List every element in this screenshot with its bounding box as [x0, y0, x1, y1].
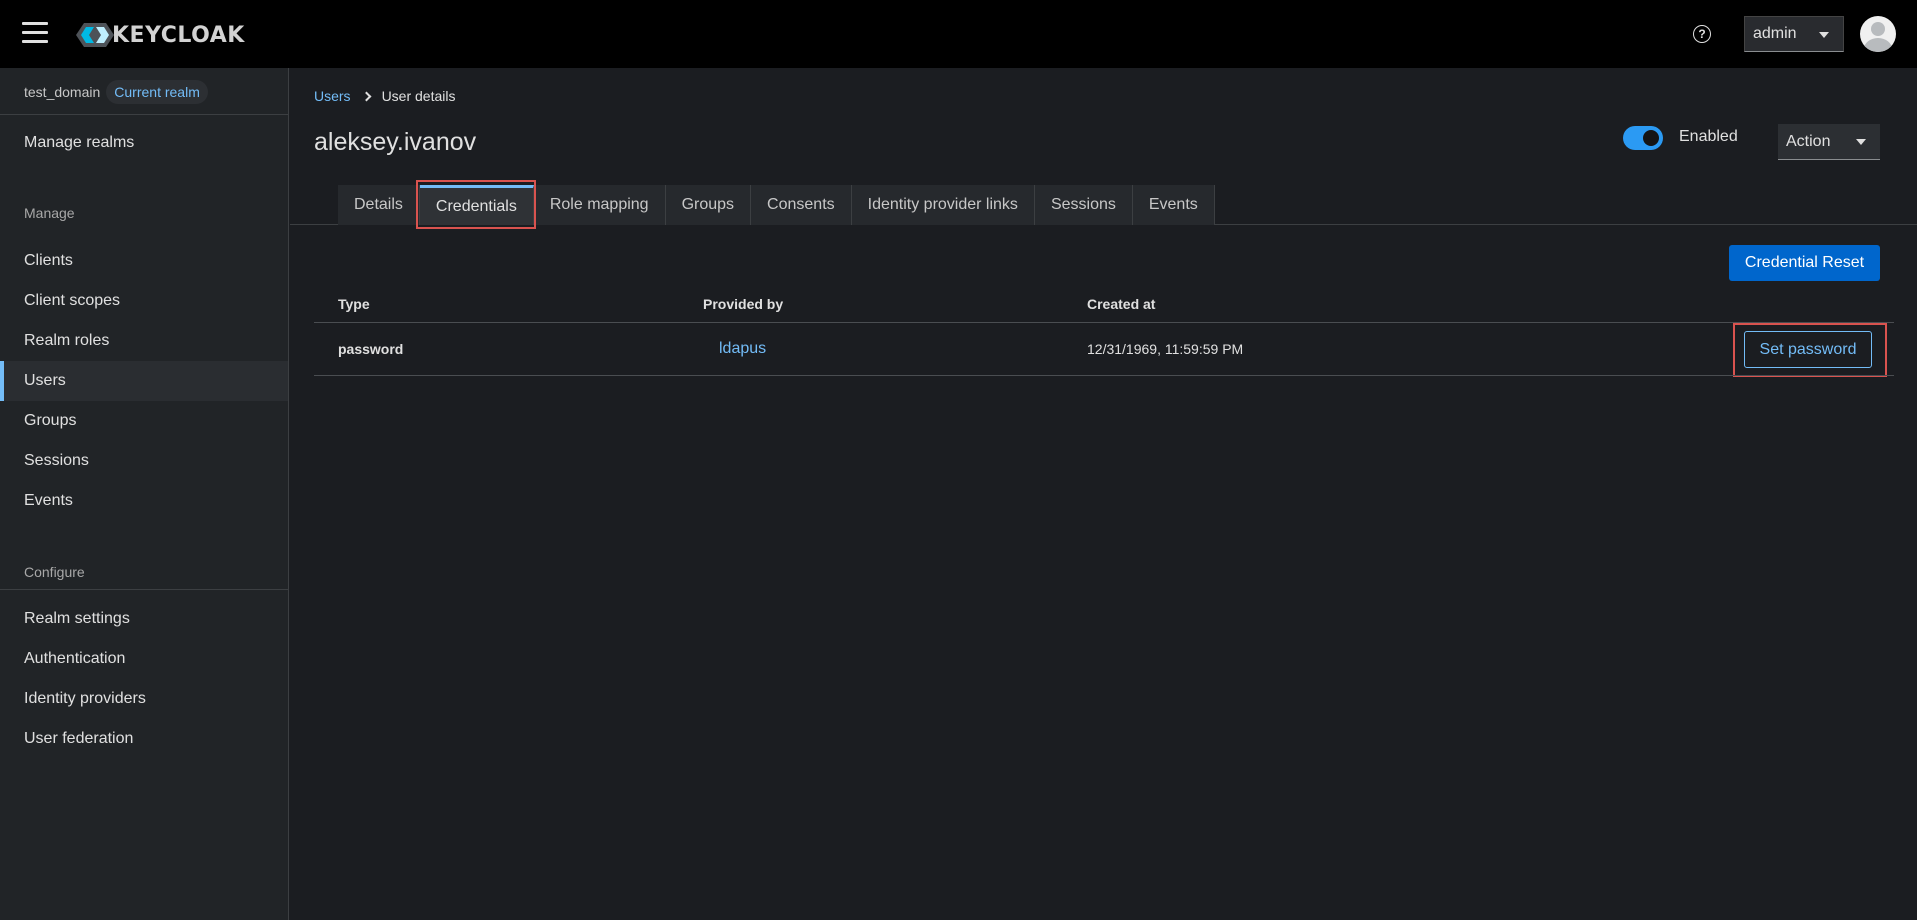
manage-realms-link[interactable]: Manage realms — [0, 123, 288, 163]
action-dropdown[interactable]: Action — [1778, 124, 1880, 160]
sidebar: test_domain Current realm Manage realms … — [0, 68, 289, 920]
keycloak-logo-icon — [76, 23, 114, 47]
sidebar-item-users[interactable]: Users — [0, 361, 288, 401]
configure-section-title: Configure — [24, 564, 85, 580]
highlight-box-credentials-tab — [416, 180, 536, 229]
tab-role-mapping[interactable]: Role mapping — [533, 185, 666, 225]
enabled-label: Enabled — [1679, 128, 1738, 145]
caret-down-icon — [1819, 32, 1829, 38]
tab-identity-provider-links[interactable]: Identity provider links — [851, 185, 1035, 225]
caret-down-icon — [1856, 139, 1866, 145]
sidebar-item-client-scopes[interactable]: Client scopes — [0, 281, 288, 321]
tab-events[interactable]: Events — [1132, 185, 1215, 225]
highlight-box-set-password — [1733, 323, 1887, 377]
sidebar-item-authentication[interactable]: Authentication — [0, 639, 288, 679]
table-header-divider — [314, 322, 1894, 323]
current-realm-badge: Current realm — [106, 80, 208, 104]
sidebar-item-identity-providers[interactable]: Identity providers — [0, 679, 288, 719]
provided-by-link[interactable]: ldapus — [719, 340, 766, 358]
realm-selector[interactable]: test_domain Current realm — [24, 78, 208, 106]
manage-section-title: Manage — [24, 205, 75, 221]
credential-type: password — [338, 341, 404, 357]
user-menu-label: admin — [1753, 25, 1797, 42]
sidebar-item-sessions[interactable]: Sessions — [0, 441, 288, 481]
tab-sessions[interactable]: Sessions — [1034, 185, 1133, 225]
divider — [0, 114, 288, 115]
avatar[interactable] — [1860, 16, 1896, 52]
tab-consents[interactable]: Consents — [751, 185, 852, 225]
enabled-toggle[interactable] — [1623, 126, 1663, 150]
column-header-provided-by: Provided by — [703, 296, 784, 312]
masthead: KEYCLOAK ? admin — [0, 0, 1917, 68]
table-row-divider — [314, 375, 1894, 376]
breadcrumb: Users User details — [314, 88, 455, 104]
tab-groups[interactable]: Groups — [665, 185, 752, 225]
page-title: aleksey.ivanov — [314, 128, 477, 156]
created-at: 12/31/1969, 11:59:59 PM — [1087, 341, 1244, 357]
sidebar-item-realm-settings[interactable]: Realm settings — [0, 599, 288, 639]
credential-reset-button[interactable]: Credential Reset — [1729, 245, 1880, 281]
chevron-right-icon — [361, 91, 372, 101]
sidebar-item-groups[interactable]: Groups — [0, 401, 288, 441]
sidebar-item-user-federation[interactable]: User federation — [0, 719, 288, 759]
tab-details[interactable]: Details — [338, 185, 420, 225]
breadcrumb-users-link[interactable]: Users — [314, 88, 351, 104]
sidebar-item-realm-roles[interactable]: Realm roles — [0, 321, 288, 361]
action-label: Action — [1786, 132, 1831, 150]
sidebar-item-clients[interactable]: Clients — [0, 241, 288, 281]
column-header-type: Type — [338, 296, 370, 312]
realm-name: test_domain — [24, 84, 101, 100]
hamburger-menu-icon[interactable] — [22, 22, 48, 46]
toggle-knob — [1643, 130, 1659, 146]
sidebar-item-events[interactable]: Events — [0, 481, 288, 521]
user-menu-dropdown[interactable]: admin — [1744, 16, 1844, 52]
keycloak-logo[interactable]: KEYCLOAK — [76, 20, 245, 50]
help-icon[interactable]: ? — [1693, 25, 1711, 43]
divider — [0, 589, 288, 590]
logo-text: KEYCLOAK — [112, 22, 245, 48]
breadcrumb-current: User details — [381, 88, 456, 104]
column-header-created-at: Created at — [1087, 296, 1156, 312]
